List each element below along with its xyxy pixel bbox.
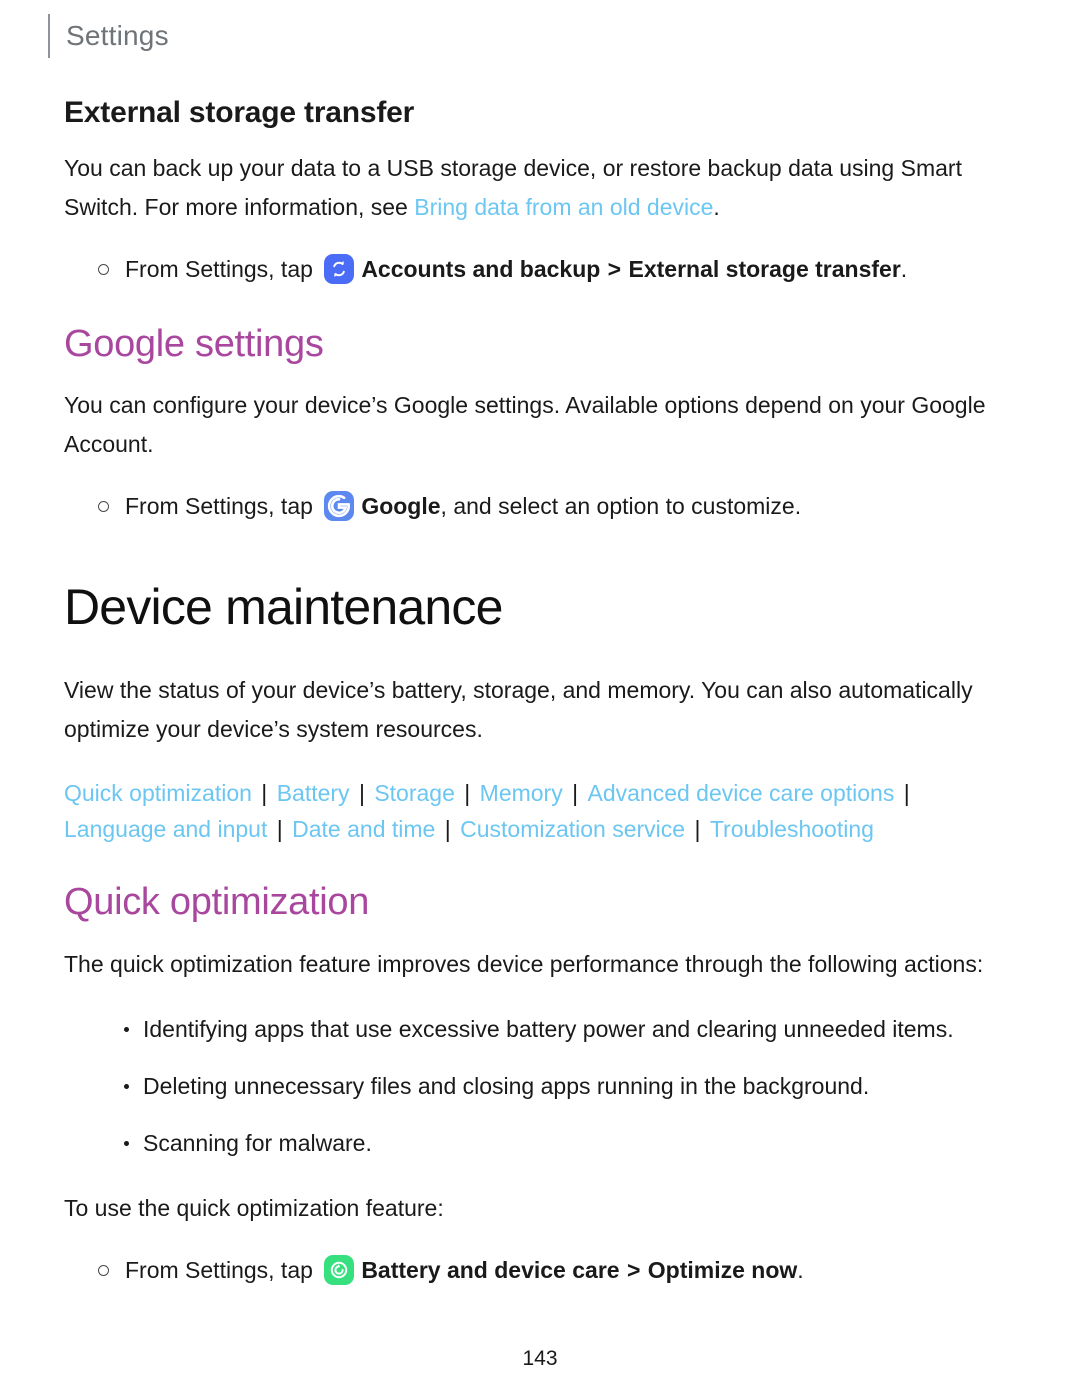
instruction-google-settings-text: From Settings, tap Google, and select an… [125,486,801,526]
instruction-bold-battery-and-device-care[interactable]: Battery and device care [361,1257,619,1283]
paragraph-quick-optimization-lead-in: To use the quick optimization feature: [64,1194,444,1221]
paragraph-external-storage: You can back up your data to a USB stora… [64,149,1016,227]
heading-device-maintenance: Device maintenance [64,579,503,636]
instruction-bold-optimize-now[interactable]: Optimize now [648,1257,798,1283]
paragraph-device-maintenance: View the status of your device’s battery… [64,677,973,743]
instruction-prefix: From Settings, tap [125,255,320,282]
dot-bullet-icon [124,1140,129,1146]
link-bring-data-from-old-device[interactable]: Bring data from an old device [414,194,713,220]
nav-link-quick-optimization[interactable]: Quick optimization [64,780,252,806]
dot-bullet-icon [124,1026,129,1032]
nav-link-separator: | [438,816,458,843]
instruction-external-storage-transfer: From Settings, tap Accounts and backup >… [64,249,1016,289]
list-item: Scanning for malware. [64,1124,1016,1163]
nav-link-separator: | [688,816,707,843]
nav-link-memory[interactable]: Memory [480,780,563,806]
instruction-bold-google[interactable]: Google [361,493,440,519]
ring-bullet-icon [98,263,109,275]
heading-google-settings: Google settings [64,322,324,365]
instruction-bold-external-storage-transfer[interactable]: External storage transfer [629,256,901,282]
accounts-and-backup-icon[interactable] [324,253,355,284]
nav-link-customization-service[interactable]: Customization service [460,816,685,842]
instruction-quick-optimization-text: From Settings, tap Battery and device ca… [125,1250,804,1290]
list-item: Identifying apps that use excessive batt… [64,1010,1016,1049]
paragraph-quick-optimization: The quick optimization feature improves … [64,950,984,977]
instruction-prefix: From Settings, tap [125,1256,320,1283]
google-icon[interactable] [324,491,355,522]
instruction-bold-accounts-and-backup[interactable]: Accounts and backup [361,256,600,282]
list-item-label: Scanning for malware. [143,1129,372,1156]
nav-link-separator: | [897,780,910,807]
quick-optimization-bullet-list: Identifying apps that use excessive batt… [64,1010,1016,1163]
list-item-label: Identifying apps that use excessive batt… [143,1015,954,1042]
instruction-google-settings: From Settings, tap Google, and select an… [64,486,1016,526]
instruction-external-storage-text: From Settings, tap Accounts and backup >… [125,249,907,289]
device-maintenance-nav-links: Quick optimization | Battery | Storage |… [64,775,984,847]
dot-bullet-icon [124,1083,129,1089]
instruction-suffix: . [900,255,908,282]
nav-link-troubleshooting[interactable]: Troubleshooting [710,816,874,842]
nav-link-language-and-input[interactable]: Language and input [64,816,267,842]
ring-bullet-icon [98,1264,109,1276]
nav-link-separator: | [565,780,585,807]
nav-link-separator: | [457,780,477,807]
page-content: External storage transfer You can back u… [64,96,1016,1300]
list-item: Deleting unnecessary files and closing a… [64,1067,1016,1106]
nav-link-separator: | [270,816,290,843]
nav-link-battery[interactable]: Battery [277,780,350,806]
battery-and-device-care-icon[interactable] [324,1254,355,1285]
instruction-suffix: . [797,1256,804,1283]
nav-link-separator: | [254,780,274,807]
list-item-label: Deleting unnecessary files and closing a… [143,1072,870,1099]
paragraph-external-storage-text-2: . [713,193,720,220]
heading-quick-optimization: Quick optimization [64,881,370,924]
running-header: Settings [48,14,169,58]
ring-bullet-icon [98,501,109,513]
nav-link-advanced-device-care-options[interactable]: Advanced device care options [587,780,894,806]
document-page: Settings External storage transfer You c… [0,0,1080,1397]
nav-link-separator: | [352,780,372,807]
nav-link-date-and-time[interactable]: Date and time [292,816,435,842]
instruction-suffix: , and select an option to customize. [440,493,802,520]
nav-link-storage[interactable]: Storage [374,780,455,806]
instruction-quick-optimization: From Settings, tap Battery and device ca… [64,1250,1016,1290]
instruction-prefix: From Settings, tap [125,493,320,520]
header-title: Settings [66,20,169,51]
heading-external-storage-transfer: External storage transfer [64,96,415,129]
header-divider-rule [48,14,50,58]
instruction-arrow: > [601,255,628,282]
paragraph-google-settings: You can configure your device’s Google s… [64,392,986,458]
page-number: 143 [522,1347,558,1370]
instruction-arrow: > [620,1256,647,1283]
